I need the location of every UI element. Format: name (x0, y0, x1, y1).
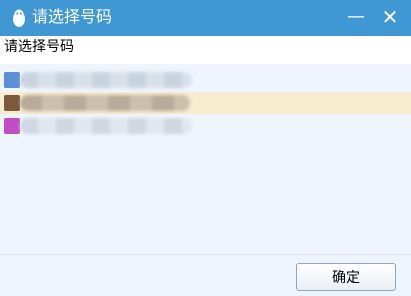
close-button[interactable]: ✕ (373, 0, 407, 36)
account-list (0, 64, 411, 254)
confirm-button[interactable]: 确定 (296, 263, 396, 291)
window-title: 请选择号码 (32, 7, 113, 26)
prompt-label: 请选择号码 (4, 39, 74, 55)
minimize-button[interactable]: — (339, 0, 373, 36)
account-row[interactable] (0, 69, 411, 91)
dialog-footer: 确定 (0, 254, 411, 296)
minimize-icon: — (347, 6, 365, 27)
account-name-redacted (20, 118, 192, 134)
close-icon: ✕ (381, 5, 399, 29)
account-row-selected[interactable] (0, 92, 411, 114)
account-avatar (4, 72, 20, 88)
account-row[interactable] (0, 115, 411, 137)
account-avatar (4, 95, 20, 111)
title-bar: 请选择号码 — ✕ (0, 0, 411, 36)
account-name-redacted (20, 95, 190, 111)
qq-penguin-icon (13, 9, 25, 27)
account-avatar (4, 118, 20, 134)
account-name-redacted (20, 72, 192, 88)
